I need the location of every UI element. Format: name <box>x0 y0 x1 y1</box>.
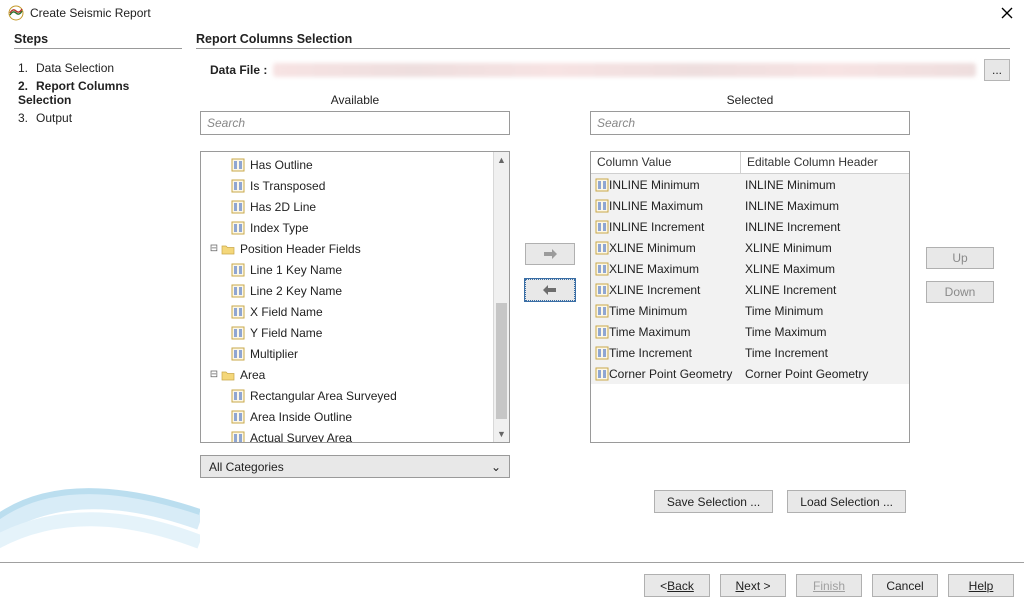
scroll-up-icon[interactable]: ▲ <box>494 152 509 168</box>
col-header-editable: Editable Column Header <box>741 152 909 173</box>
table-row[interactable]: Time MinimumTime Minimum <box>591 300 909 321</box>
expander-icon[interactable]: ⊟ <box>207 369 221 380</box>
category-select[interactable]: All Categories ⌄ <box>200 455 510 478</box>
load-selection-button[interactable]: Load Selection ... <box>787 490 906 513</box>
content-heading: Report Columns Selection <box>196 32 1010 49</box>
cancel-button[interactable]: Cancel <box>872 574 938 597</box>
scrollbar[interactable]: ▲ ▼ <box>493 152 509 442</box>
steps-panel: Steps 1.Data Selection2.Report Columns S… <box>14 32 190 552</box>
table-row[interactable]: XLINE MinimumXLINE Minimum <box>591 237 909 258</box>
table-row[interactable]: INLINE MaximumINLINE Maximum <box>591 195 909 216</box>
titlebar: Create Seismic Report <box>0 0 1024 26</box>
close-icon[interactable] <box>998 4 1016 22</box>
wizard-footer: < Back Next > Finish Cancel Help <box>0 562 1024 608</box>
table-row[interactable]: Corner Point GeometryCorner Point Geomet… <box>591 363 909 384</box>
browse-button[interactable]: ... <box>984 59 1010 81</box>
expander-icon[interactable]: ⊟ <box>207 243 221 254</box>
move-right-button[interactable] <box>525 243 575 265</box>
tree-column-item[interactable]: Has 2D Line <box>201 196 509 217</box>
step-list: 1.Data Selection2.Report Columns Selecti… <box>14 59 182 127</box>
data-file-label: Data File : <box>210 63 267 77</box>
scroll-thumb[interactable] <box>496 303 507 419</box>
table-row[interactable]: INLINE IncrementINLINE Increment <box>591 216 909 237</box>
tree-column-item[interactable]: Line 2 Key Name <box>201 280 509 301</box>
selected-heading: Selected <box>590 93 910 111</box>
tree-column-item[interactable]: X Field Name <box>201 301 509 322</box>
selected-actions: Save Selection ... Load Selection ... <box>586 490 906 513</box>
finish-button: Finish <box>796 574 862 597</box>
selected-search-input[interactable]: Search <box>590 111 910 135</box>
tree-column-item[interactable]: Is Transposed <box>201 175 509 196</box>
save-selection-button[interactable]: Save Selection ... <box>654 490 773 513</box>
tree-column-item[interactable]: Index Type <box>201 217 509 238</box>
tree-folder[interactable]: ⊟Position Header Fields <box>201 238 509 259</box>
available-panel: Available Search Has OutlineIs Transpose… <box>200 93 510 478</box>
selected-table-header: Column Value Editable Column Header <box>591 152 909 174</box>
table-row[interactable]: Time MaximumTime Maximum <box>591 321 909 342</box>
tree-folder[interactable]: ⊟Area <box>201 364 509 385</box>
chevron-down-icon: ⌄ <box>491 460 501 474</box>
up-button[interactable]: Up <box>926 247 994 269</box>
window-title: Create Seismic Report <box>30 6 998 20</box>
scroll-down-icon[interactable]: ▼ <box>494 426 509 442</box>
transfer-buttons <box>510 243 590 301</box>
selected-table[interactable]: Column Value Editable Column Header INLI… <box>590 151 910 443</box>
tree-column-item[interactable]: Y Field Name <box>201 322 509 343</box>
step-item: 2.Report Columns Selection <box>14 77 182 109</box>
available-search-input[interactable]: Search <box>200 111 510 135</box>
app-icon <box>8 5 24 21</box>
tree-column-item[interactable]: Has Outline <box>201 154 509 175</box>
step-item: 3.Output <box>14 109 182 127</box>
reorder-buttons: Up Down <box>922 247 998 303</box>
tree-column-item[interactable]: Actual Survey Area <box>201 427 509 443</box>
table-row[interactable]: XLINE IncrementXLINE Increment <box>591 279 909 300</box>
table-row[interactable]: Time IncrementTime Increment <box>591 342 909 363</box>
col-header-value: Column Value <box>591 152 741 173</box>
table-row[interactable]: XLINE MaximumXLINE Maximum <box>591 258 909 279</box>
table-row[interactable]: INLINE MinimumINLINE Minimum <box>591 174 909 195</box>
help-button[interactable]: Help <box>948 574 1014 597</box>
tree-column-item[interactable]: Area Inside Outline <box>201 406 509 427</box>
step-item: 1.Data Selection <box>14 59 182 77</box>
available-tree[interactable]: Has OutlineIs TransposedHas 2D LineIndex… <box>200 151 510 443</box>
data-file-path <box>273 63 976 77</box>
tree-column-item[interactable]: Line 1 Key Name <box>201 259 509 280</box>
content-panel: Report Columns Selection Data File : ...… <box>190 32 1010 552</box>
steps-heading: Steps <box>14 32 182 49</box>
available-heading: Available <box>200 93 510 111</box>
back-button[interactable]: < Back <box>644 574 710 597</box>
next-button[interactable]: Next > <box>720 574 786 597</box>
move-left-button[interactable] <box>525 279 575 301</box>
tree-column-item[interactable]: Multiplier <box>201 343 509 364</box>
tree-column-item[interactable]: Rectangular Area Surveyed <box>201 385 509 406</box>
down-button[interactable]: Down <box>926 281 994 303</box>
selected-panel: Selected Search Column Value Editable Co… <box>590 93 910 443</box>
